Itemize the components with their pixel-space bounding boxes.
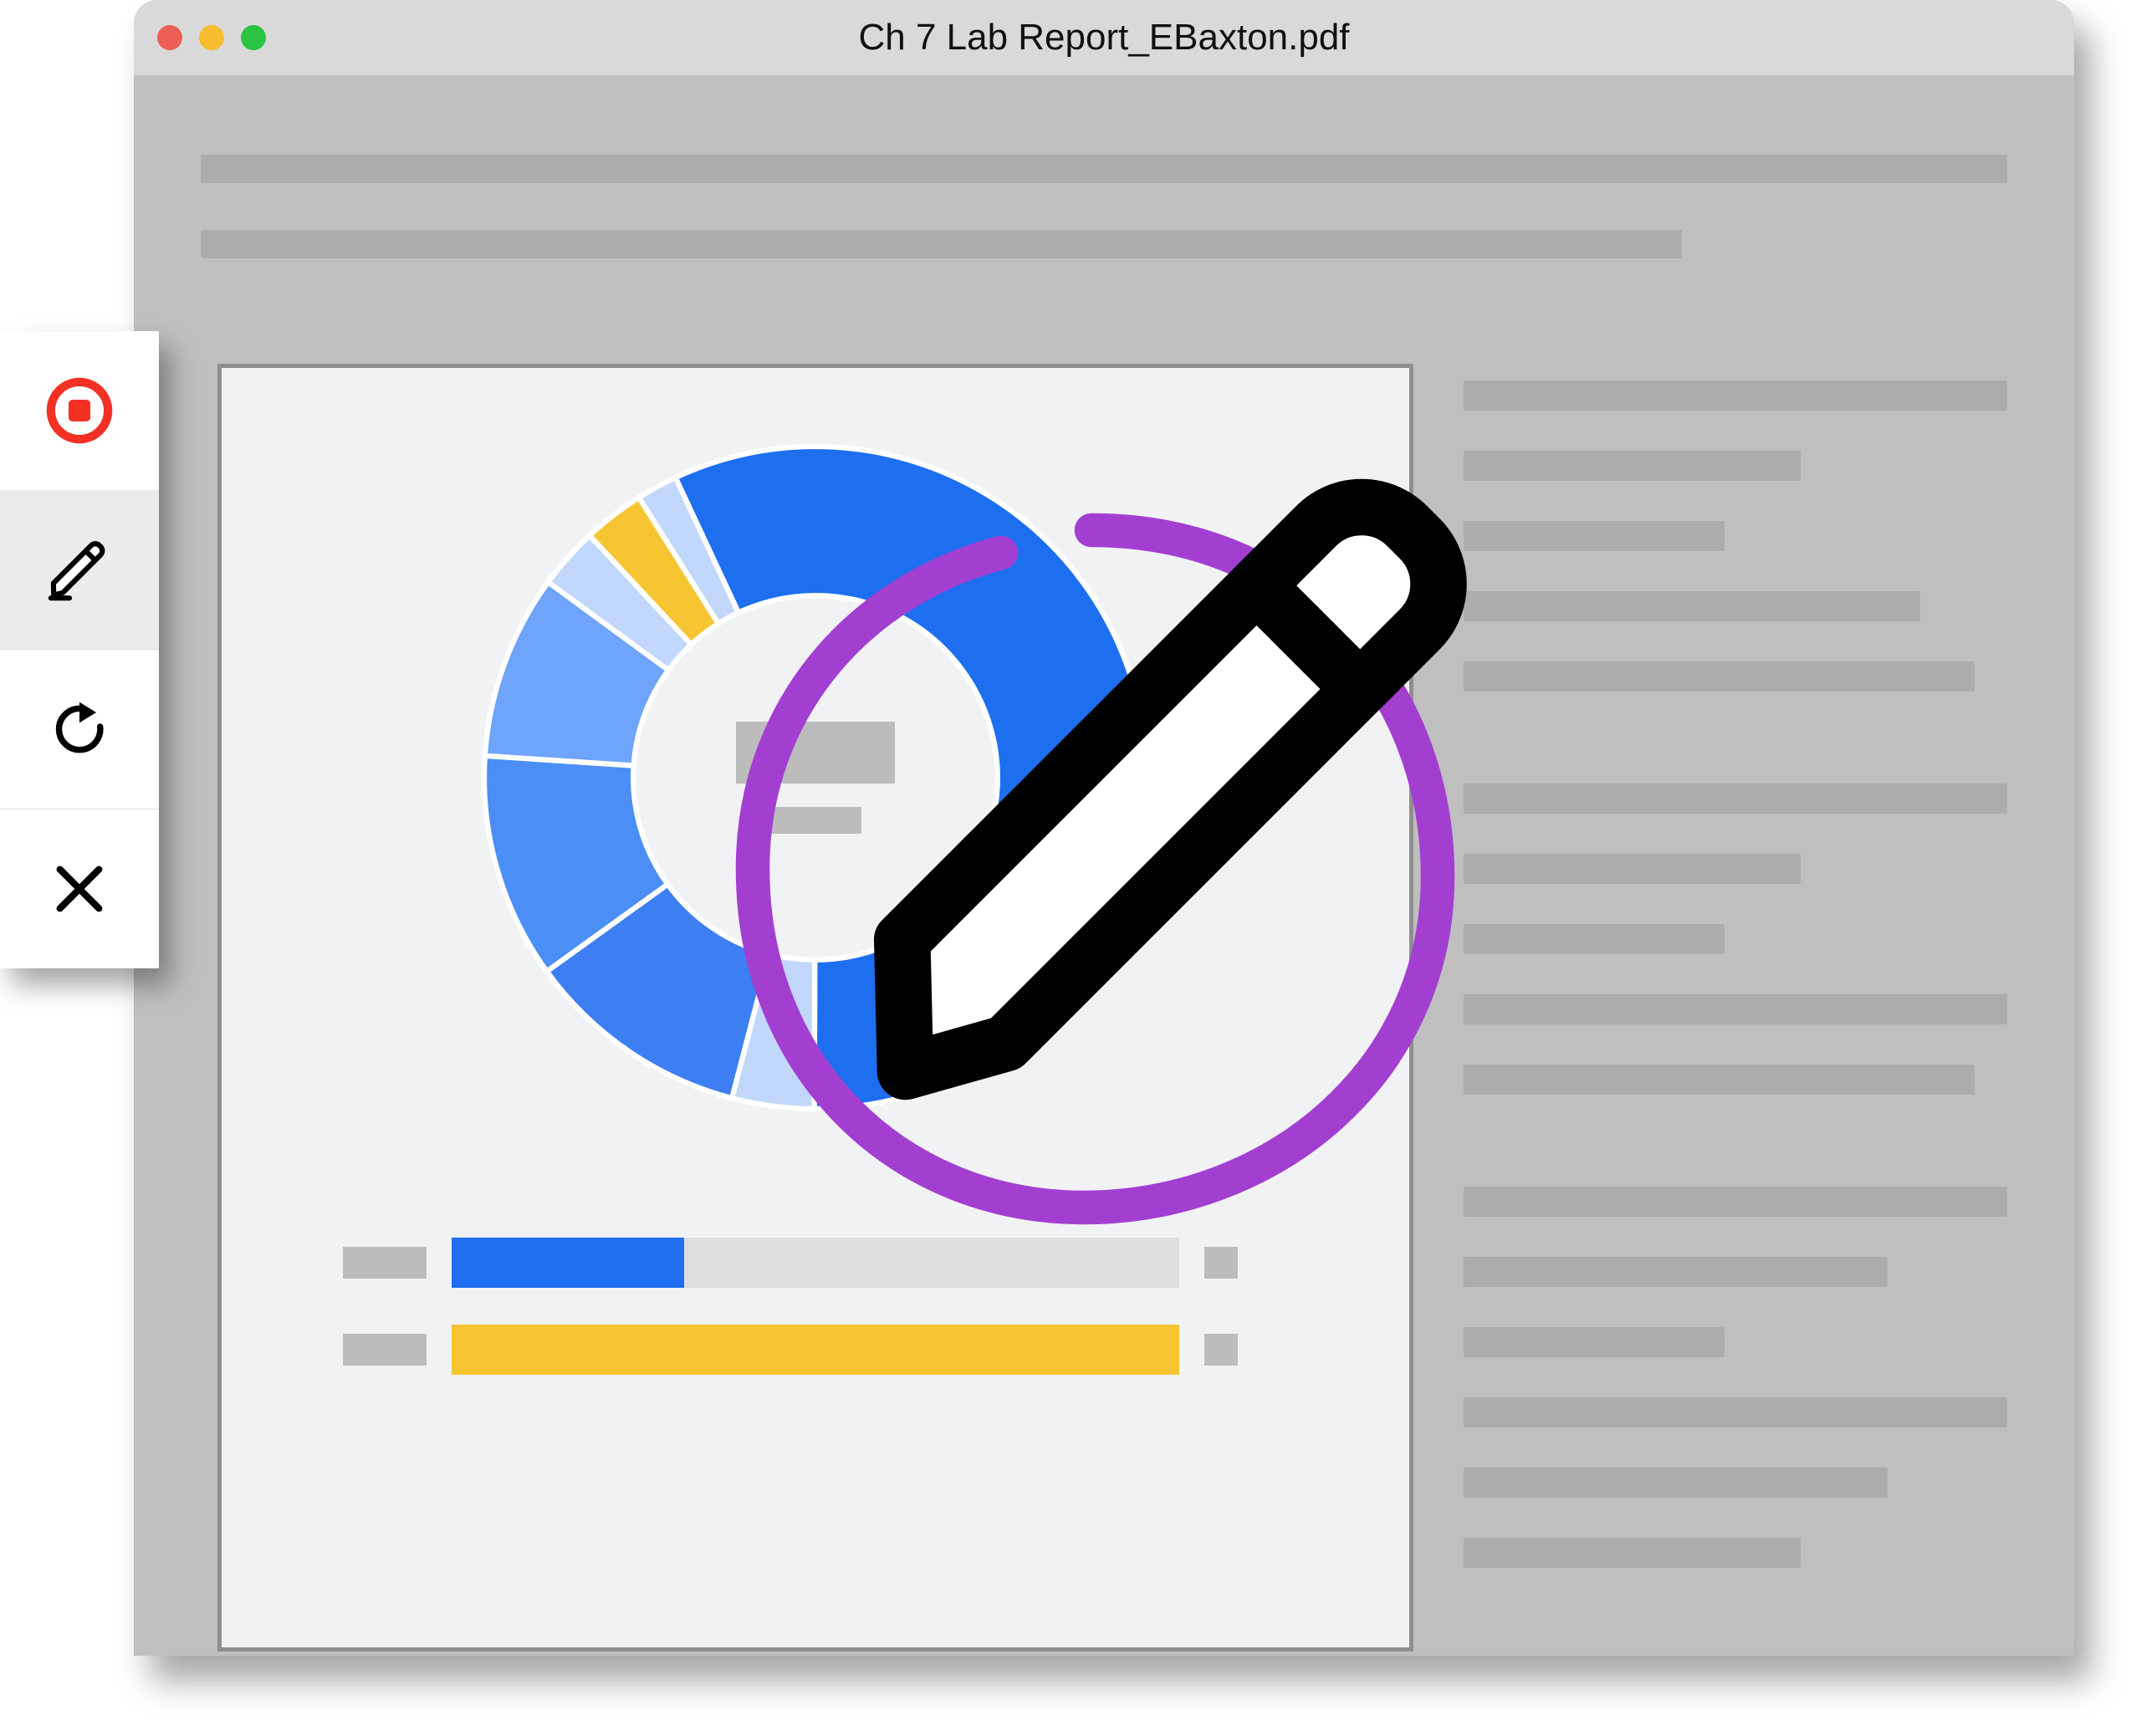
titlebar: Ch 7 Lab Report_EBaxton.pdf [134, 0, 2074, 75]
legend-bar-fill [452, 1325, 1179, 1375]
subheading-placeholder [201, 230, 1682, 258]
heading-placeholder [201, 155, 2007, 183]
pencil-tool[interactable] [0, 490, 159, 649]
legend-label-placeholder [343, 1247, 427, 1279]
traffic-lights [157, 25, 266, 50]
redo-tool[interactable] [0, 650, 159, 809]
minimize-window-button[interactable] [199, 25, 224, 50]
annotation-toolbar [0, 331, 159, 968]
pencil-icon [811, 413, 1564, 1166]
close-icon [50, 860, 109, 918]
legend-bar-fill [452, 1238, 684, 1288]
app-window: Ch 7 Lab Report_EBaxton.pdf [134, 0, 2074, 1656]
text-line-placeholder [1464, 1327, 1725, 1357]
text-line-placeholder [1464, 1468, 1888, 1498]
chart-legend [343, 1238, 1288, 1412]
close-window-button[interactable] [157, 25, 182, 50]
zoom-window-button[interactable] [241, 25, 266, 50]
paragraph-placeholder [1464, 1187, 2007, 1568]
legend-value-placeholder [1204, 1334, 1238, 1366]
donut-chart [439, 401, 1192, 1154]
close-tool[interactable] [0, 809, 159, 968]
legend-label-placeholder [343, 1334, 427, 1366]
window-title: Ch 7 Lab Report_EBaxton.pdf [858, 17, 1349, 59]
record-button[interactable] [0, 331, 159, 490]
record-icon [45, 376, 114, 445]
document-page [217, 364, 1413, 1652]
text-line-placeholder [1464, 1187, 2007, 1217]
document-body [134, 339, 2074, 1656]
text-line-placeholder [1464, 380, 2007, 411]
document-header [134, 75, 2074, 339]
legend-bar [452, 1325, 1179, 1375]
legend-row [343, 1238, 1288, 1288]
text-line-placeholder [1464, 1538, 1801, 1568]
legend-value-placeholder [1204, 1247, 1238, 1279]
redo-icon [49, 698, 110, 760]
legend-bar [452, 1238, 1179, 1288]
text-line-placeholder [1464, 1257, 1888, 1287]
text-line-placeholder [1464, 1397, 2007, 1427]
pencil-icon [45, 535, 114, 604]
legend-row [343, 1325, 1288, 1375]
